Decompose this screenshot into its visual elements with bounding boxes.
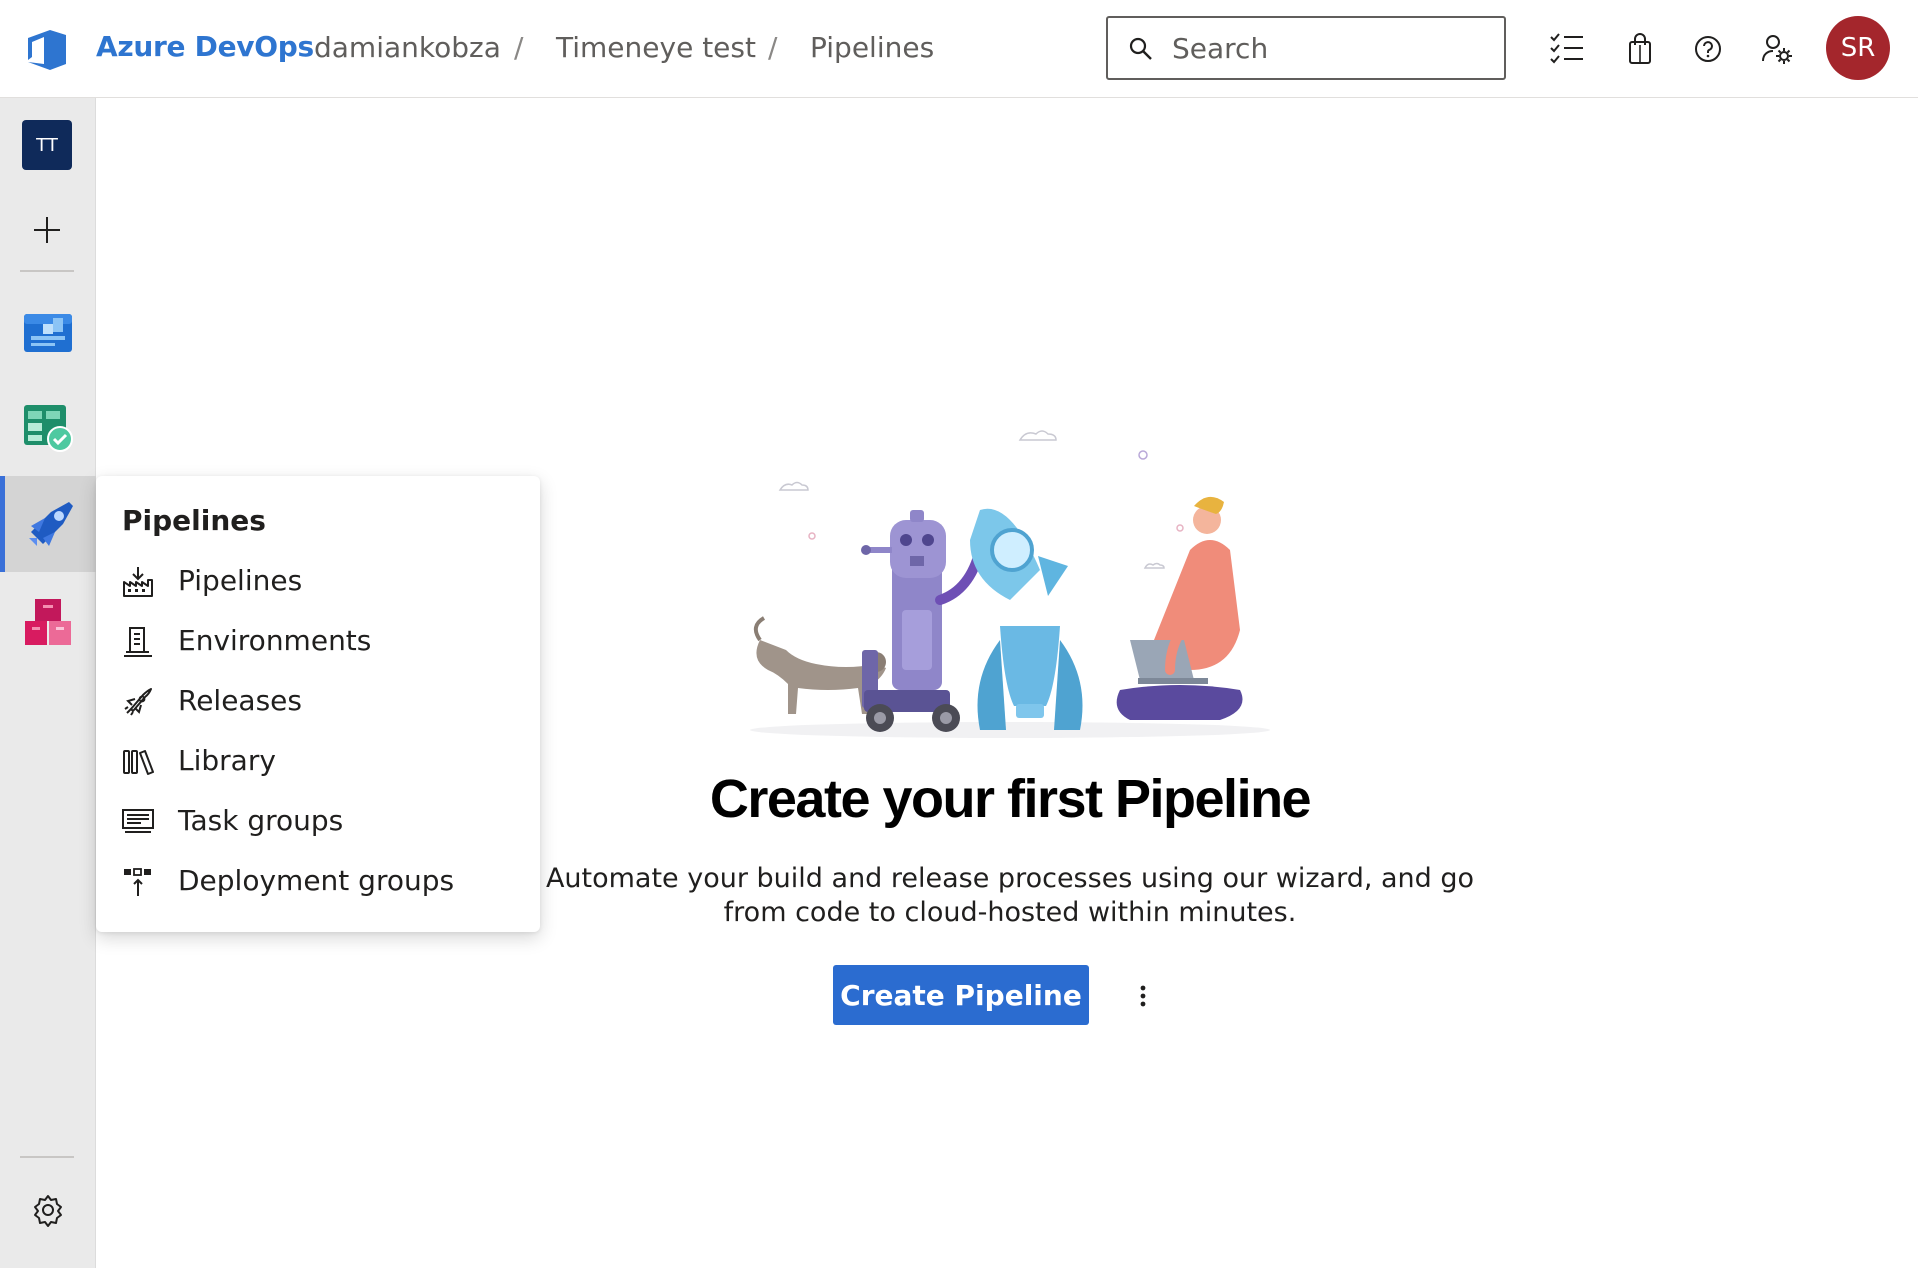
menu-item-label: Releases xyxy=(178,684,302,717)
project-settings-gear-icon[interactable] xyxy=(30,1192,66,1228)
rail-item-pipelines[interactable] xyxy=(0,476,96,572)
breadcrumb-separator: / xyxy=(768,31,778,64)
rail-item-artifacts[interactable] xyxy=(0,574,96,670)
pipelines-icon xyxy=(120,564,156,600)
empty-state-description: Automate your build and release processe… xyxy=(545,863,1475,928)
project-avatar[interactable]: TT xyxy=(22,120,72,170)
pipelines-icon xyxy=(28,502,73,546)
left-navigation-rail: TT xyxy=(0,98,96,1268)
add-icon[interactable] xyxy=(30,213,64,247)
rail-item-test-plans[interactable] xyxy=(0,380,96,476)
create-pipeline-button[interactable]: Create Pipeline xyxy=(833,965,1089,1025)
breadcrumb-project[interactable]: Timeneye test xyxy=(556,31,756,64)
menu-item-deployment-groups[interactable]: Deployment groups xyxy=(96,854,540,910)
more-options-icon[interactable] xyxy=(1126,976,1160,1016)
search-box[interactable] xyxy=(1106,16,1506,80)
menu-item-releases[interactable]: Releases xyxy=(96,674,540,730)
app-window: Azure DevOps damiankobza / Timeneye test… xyxy=(0,0,1918,1268)
azure-devops-logo-icon[interactable] xyxy=(22,26,72,72)
menu-item-label: Pipelines xyxy=(178,564,303,597)
rail-item-boards[interactable] xyxy=(0,282,96,378)
environments-icon xyxy=(120,624,156,660)
search-input[interactable] xyxy=(1172,28,1492,68)
menu-item-label: Environments xyxy=(178,624,372,657)
help-icon[interactable] xyxy=(1689,30,1727,68)
boards-icon xyxy=(24,314,72,352)
search-icon xyxy=(1129,37,1152,60)
rail-divider xyxy=(20,270,74,272)
menu-item-label: Deployment groups xyxy=(178,864,455,897)
user-settings-icon[interactable] xyxy=(1758,30,1796,68)
user-avatar[interactable]: SR xyxy=(1826,16,1890,80)
rail-divider xyxy=(20,1156,74,1158)
breadcrumb-page[interactable]: Pipelines xyxy=(810,31,934,64)
artifacts-icon xyxy=(25,599,71,645)
breadcrumb-organization[interactable]: damiankobza xyxy=(314,31,501,64)
top-bar: Azure DevOps damiankobza / Timeneye test… xyxy=(0,0,1918,98)
pipelines-flyout-menu: Pipelines Pipelines Environments Release… xyxy=(96,476,540,932)
empty-state-title: Create your first Pipeline xyxy=(709,769,1312,829)
shopping-bag-icon[interactable] xyxy=(1621,30,1659,68)
test-plans-icon xyxy=(24,405,73,452)
brand-name[interactable]: Azure DevOps xyxy=(96,30,314,63)
pipeline-illustration xyxy=(750,430,1270,738)
flyout-title: Pipelines xyxy=(122,504,266,537)
deployment-groups-icon xyxy=(120,864,156,900)
releases-icon xyxy=(120,684,156,720)
menu-item-environments[interactable]: Environments xyxy=(96,614,540,670)
menu-item-pipelines[interactable]: Pipelines xyxy=(96,554,540,610)
breadcrumb-separator: / xyxy=(514,31,524,64)
task-list-icon[interactable] xyxy=(1548,30,1586,68)
